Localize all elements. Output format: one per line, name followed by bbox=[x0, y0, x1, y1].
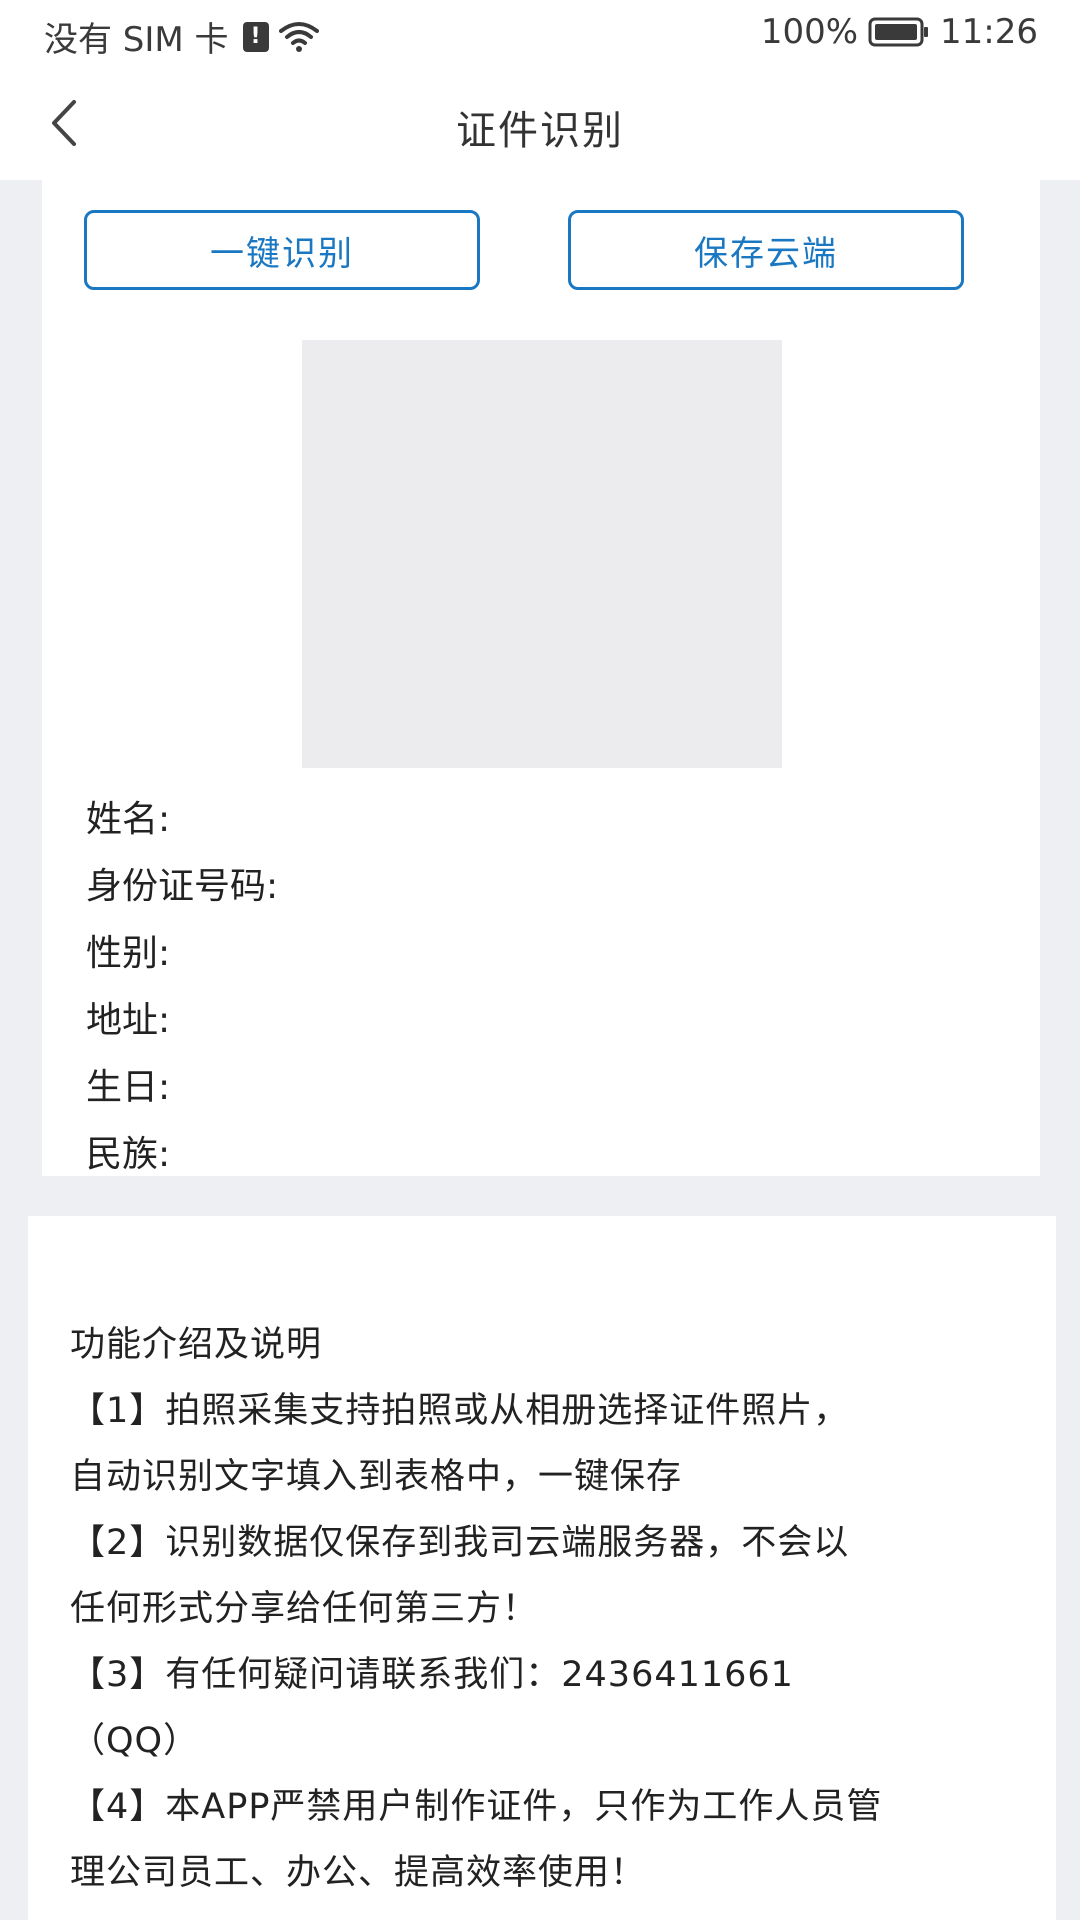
field-ethnicity: 民族: bbox=[86, 1134, 171, 1175]
field-id-number: 身份证号码: bbox=[86, 866, 279, 907]
field-gender: 性别: bbox=[86, 933, 171, 974]
info-line: 理公司员工、办公、提高效率使用！ bbox=[70, 1853, 647, 1893]
sim-alert-icon: ! bbox=[242, 21, 269, 52]
info-text: 功能介绍及说明 【1】拍照采集支持拍照或从相册选择证件照片， 自动识别文字填入到… bbox=[70, 1312, 1040, 1906]
clock: 11:26 bbox=[940, 12, 1038, 52]
info-title: 功能介绍及说明 bbox=[70, 1325, 323, 1365]
info-line: （QQ） bbox=[70, 1721, 200, 1761]
info-line: 【4】本APP严禁用户制作证件，只作为工作人员管 bbox=[70, 1787, 883, 1827]
field-name: 姓名: bbox=[86, 799, 171, 840]
status-left: 没有 SIM 卡 ! bbox=[44, 12, 319, 61]
info-line: 自动识别文字填入到表格中，一键保存 bbox=[70, 1457, 683, 1497]
info-line: 【1】拍照采集支持拍照或从相册选择证件照片， bbox=[70, 1391, 850, 1431]
field-address: 地址: bbox=[86, 1000, 171, 1041]
carrier-text: 没有 SIM 卡 bbox=[44, 20, 229, 60]
info-line: 任何形式分享给任何第三方！ bbox=[70, 1589, 539, 1629]
battery-icon bbox=[868, 17, 930, 47]
status-bar: 没有 SIM 卡 ! 100% 11:26 bbox=[0, 0, 1080, 66]
recognition-card: 一键识别 保存云端 姓名: 身份证号码: 性别: 地址: 生日: 民族: bbox=[42, 180, 1040, 1176]
page-title: 证件识别 bbox=[456, 108, 624, 154]
info-card: 功能介绍及说明 【1】拍照采集支持拍照或从相册选择证件照片， 自动识别文字填入到… bbox=[28, 1216, 1056, 1920]
status-right: 100% 11:26 bbox=[761, 12, 1038, 52]
recognize-button[interactable]: 一键识别 bbox=[84, 210, 480, 290]
battery-percent: 100% bbox=[760, 12, 859, 52]
info-line: 【2】识别数据仅保存到我司云端服务器，不会以 bbox=[70, 1523, 850, 1563]
wifi-icon bbox=[278, 21, 319, 53]
info-line: 【3】有任何疑问请联系我们：2436411661 bbox=[70, 1655, 794, 1695]
nav-bar: 证件识别 bbox=[0, 66, 1080, 180]
id-photo-placeholder[interactable] bbox=[302, 340, 782, 768]
save-cloud-button[interactable]: 保存云端 bbox=[568, 210, 964, 290]
field-birthday: 生日: bbox=[86, 1067, 171, 1108]
